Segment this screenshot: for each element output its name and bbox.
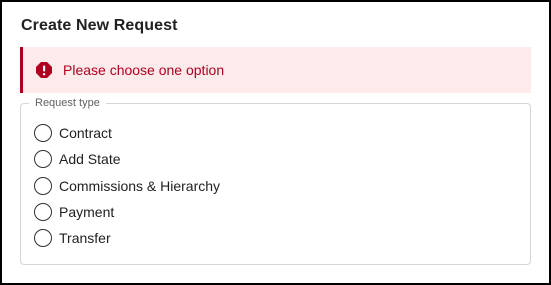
radio-commissions-hierarchy[interactable] — [34, 177, 52, 195]
option-label: Transfer — [59, 230, 111, 246]
dialog-title: Create New Request — [21, 17, 178, 34]
error-alert: Please choose one option — [20, 47, 531, 93]
option-add-state[interactable]: Add State — [34, 150, 121, 168]
error-message: Please choose one option — [63, 62, 225, 78]
create-request-dialog: Create New Request Please choose one opt… — [0, 0, 551, 285]
request-type-legend: Request type — [29, 97, 106, 109]
option-transfer[interactable]: Transfer — [34, 229, 111, 247]
radio-transfer[interactable] — [34, 229, 52, 247]
option-label: Payment — [59, 204, 115, 220]
option-label: Contract — [59, 125, 112, 141]
option-payment[interactable]: Payment — [34, 203, 114, 221]
error-icon — [35, 61, 53, 79]
request-type-group: Request type Contract Add State Commissi… — [20, 97, 531, 265]
radio-add-state[interactable] — [34, 150, 52, 168]
radio-payment[interactable] — [34, 203, 52, 221]
option-contract[interactable]: Contract — [34, 124, 112, 142]
option-label: Commissions & Hierarchy — [59, 178, 221, 194]
option-commissions-hierarchy[interactable]: Commissions & Hierarchy — [34, 177, 220, 195]
radio-contract[interactable] — [34, 124, 52, 142]
option-label: Add State — [59, 151, 121, 167]
